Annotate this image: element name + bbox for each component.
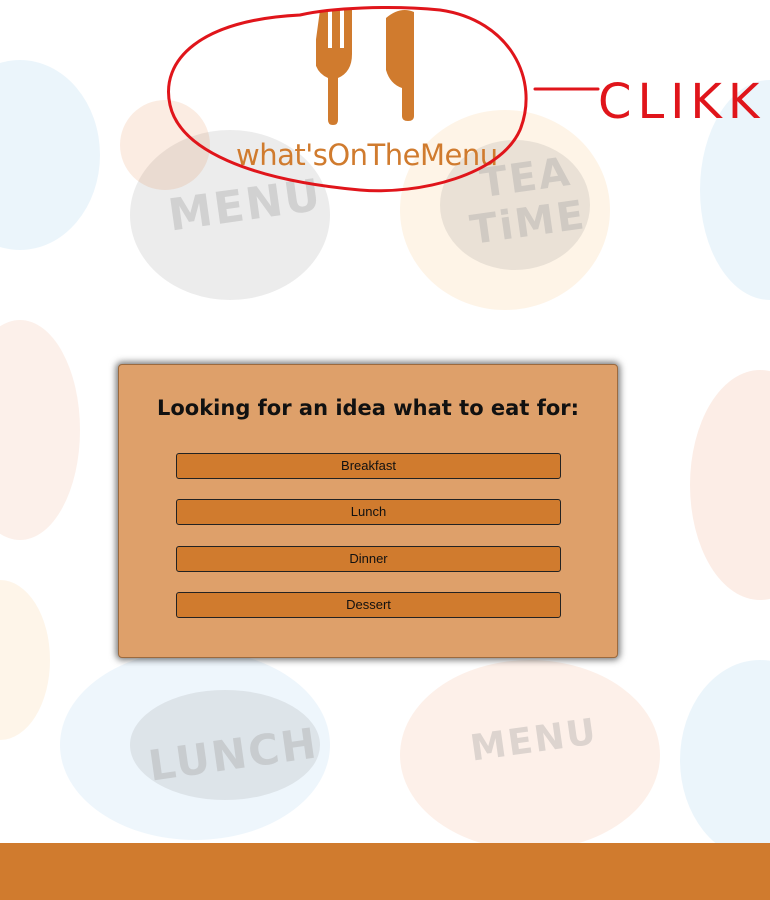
bg-blob bbox=[0, 320, 80, 540]
bg-blob bbox=[0, 580, 50, 740]
meal-selector-card: Looking for an idea what to eat for: Bre… bbox=[118, 364, 618, 658]
fork-knife-icon bbox=[314, 10, 418, 130]
lunch-button[interactable]: Lunch bbox=[176, 499, 561, 525]
bg-blob bbox=[690, 370, 770, 600]
dinner-button[interactable]: Dinner bbox=[176, 546, 561, 572]
bg-blob bbox=[120, 100, 210, 190]
logo-text: what'sOnTheMenu bbox=[236, 138, 498, 172]
bg-blob bbox=[700, 80, 770, 300]
footer bbox=[0, 843, 770, 900]
bg-blob bbox=[680, 660, 770, 860]
bg-blob bbox=[0, 60, 100, 250]
home-logo-link[interactable]: what'sOnTheMenu bbox=[230, 0, 505, 185]
card-title: Looking for an idea what to eat for: bbox=[156, 396, 580, 420]
dessert-button[interactable]: Dessert bbox=[176, 592, 561, 618]
breakfast-button[interactable]: Breakfast bbox=[176, 453, 561, 479]
